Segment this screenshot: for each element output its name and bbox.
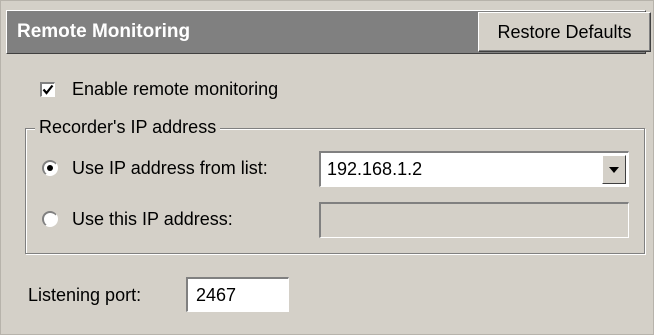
use-this-ip-label[interactable]: Use this IP address:	[72, 209, 233, 230]
enable-remote-monitoring-checkbox[interactable]	[40, 82, 55, 97]
enable-remote-monitoring-label[interactable]: Enable remote monitoring	[72, 79, 278, 100]
dropdown-button[interactable]	[602, 155, 626, 184]
listening-port-field[interactable]	[186, 277, 289, 312]
use-ip-from-list-radio[interactable]	[42, 160, 58, 176]
radio-selected-dot	[47, 165, 53, 171]
check-icon	[42, 84, 54, 95]
custom-ip-address-field[interactable]	[319, 202, 629, 238]
section-title: Remote Monitoring	[17, 21, 191, 42]
ip-address-selected-value: 192.168.1.2	[327, 159, 423, 179]
recorder-ip-legend: Recorder's IP address	[35, 117, 221, 138]
chevron-down-icon	[609, 167, 619, 173]
listening-port-label: Listening port:	[28, 285, 142, 305]
use-ip-from-list-label[interactable]: Use IP address from list:	[72, 158, 268, 179]
ip-address-dropdown[interactable]: 192.168.1.2	[319, 151, 629, 187]
use-this-ip-radio[interactable]	[42, 211, 58, 227]
restore-defaults-button[interactable]: Restore Defaults	[478, 12, 651, 52]
